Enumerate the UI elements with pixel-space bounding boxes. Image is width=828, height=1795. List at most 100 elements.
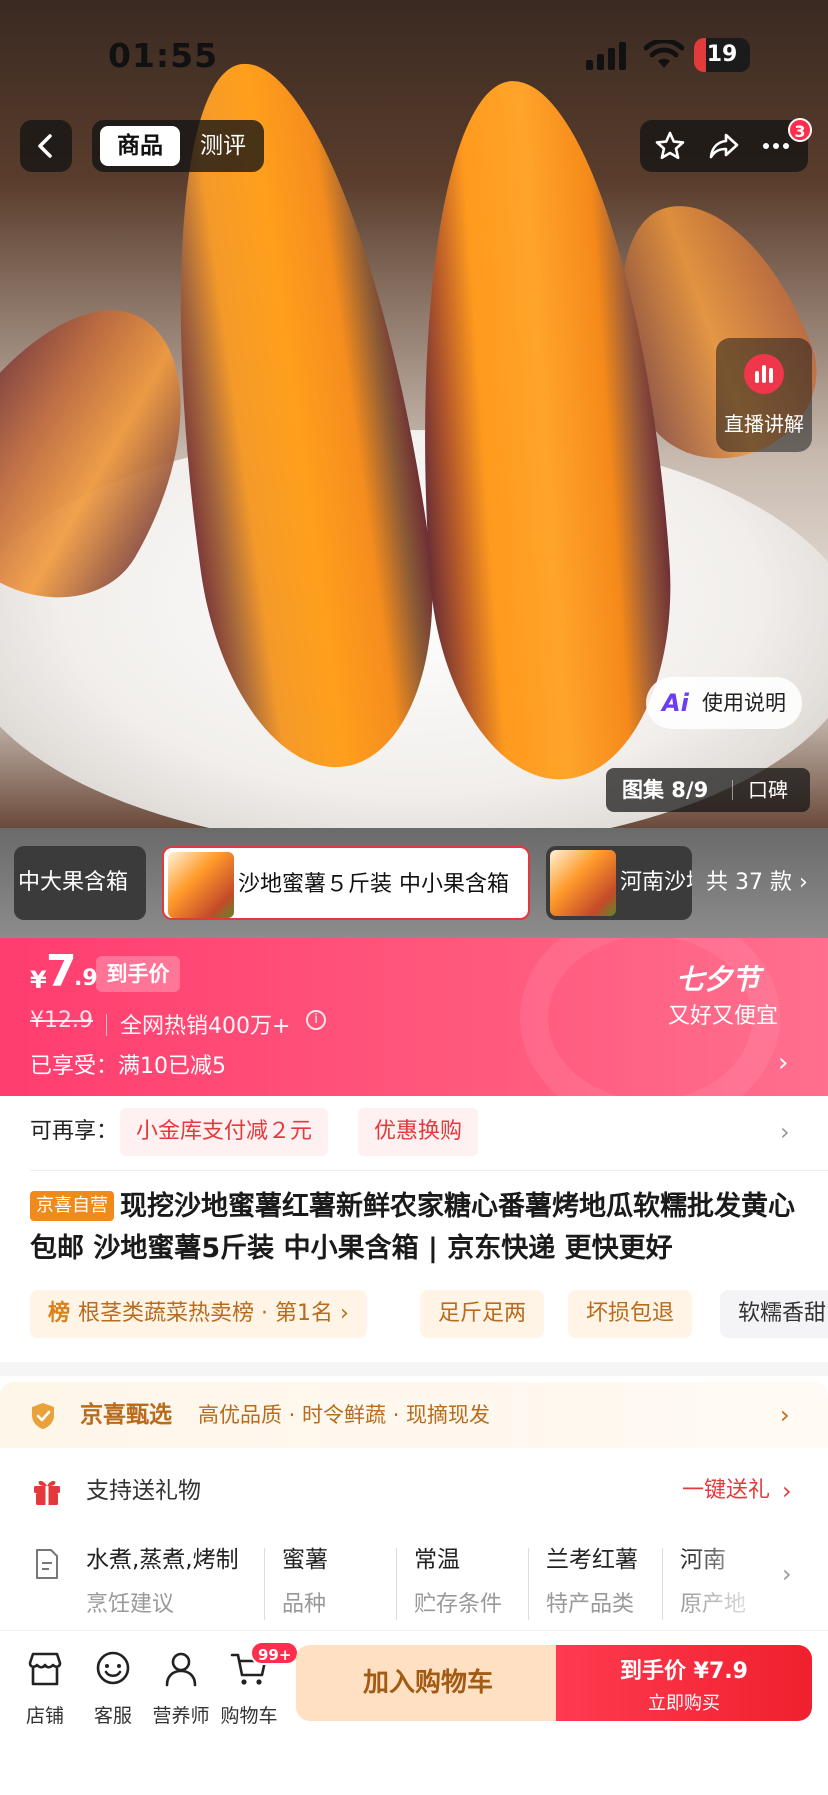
gift-row[interactable]: 支持送礼物 一键送礼 ›: [0, 1456, 828, 1526]
gift-icon: [34, 1480, 60, 1505]
divider: [106, 1014, 107, 1036]
buy-price-label: 到手价 ¥7.9: [620, 1659, 748, 1684]
battery-percent: 19: [706, 42, 738, 67]
back-button[interactable]: [20, 120, 72, 172]
nutritionist-button[interactable]: 营养师: [148, 1649, 214, 1739]
chevron-right-icon[interactable]: ›: [780, 1096, 790, 1168]
coupon-chip[interactable]: 优惠换购: [358, 1108, 479, 1156]
coupon-label: 可再享：: [30, 1119, 119, 1144]
gallery-count: 图集 8/9: [622, 778, 709, 802]
usage-guide-button[interactable]: Ai 使用说明: [646, 677, 802, 729]
sku-thumbnail: [550, 850, 616, 916]
status-bar: 01:55 19: [0, 0, 828, 100]
tag-row: 榜根茎类蔬菜热卖榜 · 第1名 › 足斤足两 坏损包退 软糯香甜: [30, 1290, 828, 1340]
buy-now-button[interactable]: 到手价 ¥7.9 立即购买: [556, 1645, 812, 1721]
cart-badge: 99+: [250, 1641, 300, 1665]
shield-check-icon: [32, 1403, 54, 1429]
chevron-right-icon[interactable]: ›: [778, 1048, 788, 1078]
sku-option-label: 中大果含箱: [18, 870, 129, 895]
price-tag: 到手价: [96, 956, 180, 992]
chevron-left-icon: [38, 134, 52, 158]
customer-service-button[interactable]: 客服: [80, 1649, 146, 1739]
wifi-icon: [644, 40, 684, 68]
live-explain-button[interactable]: 直播讲解: [716, 338, 812, 452]
sku-option-selected[interactable]: 沙地蜜薯５斤装 中小果含箱: [162, 846, 530, 920]
spec-key: 烹饪建议: [86, 1592, 175, 1617]
feature-tag[interactable]: 坏损包退: [568, 1290, 693, 1338]
sku-option-label: 沙地蜜薯５斤装 中小果含箱: [238, 872, 509, 897]
nav-actions: [640, 120, 808, 172]
page-tabs: 商品 测评: [92, 120, 264, 172]
sku-total-link[interactable]: 共 37 款 ›: [706, 846, 808, 920]
person-icon: [165, 1652, 197, 1687]
sku-selector: 中大果含箱 沙地蜜薯５斤装 中小果含箱 河南沙地 共 37 款 ›: [0, 828, 828, 938]
status-time: 01:55: [108, 36, 219, 75]
festival-title: 七夕节: [676, 963, 761, 996]
product-title: 现挖沙地蜜薯红薯新鲜农家糖心番薯烤地瓜软糯批发黄心包邮 沙地蜜薯5斤装 中小果含…: [30, 1191, 795, 1264]
chevron-right-icon[interactable]: ›: [782, 1456, 792, 1526]
spec-row[interactable]: 水煮,蒸煮,烤制 烹饪建议 蜜薯 品种 常温 贮存条件 兰考红薯 特产品类 河南…: [0, 1530, 828, 1640]
festival-subtitle: 又好又便宜: [668, 1004, 779, 1029]
spec-value: 水煮,蒸煮,烤制: [86, 1547, 239, 1573]
original-price: ¥12.9: [30, 1008, 93, 1033]
live-label: 直播讲解: [724, 412, 804, 436]
chat-smile-icon: [96, 1651, 130, 1685]
fade-overlay: [680, 1530, 780, 1640]
spec-key: 品种: [282, 1592, 327, 1617]
add-to-cart-button[interactable]: 加入购物车: [296, 1645, 560, 1721]
feature-tag[interactable]: 软糯香甜: [720, 1290, 828, 1338]
buy-now-label: 立即购买: [648, 1693, 720, 1714]
info-icon[interactable]: i: [306, 1010, 326, 1030]
sku-option[interactable]: 中大果含箱: [14, 846, 146, 920]
tab-review[interactable]: 测评: [188, 126, 258, 166]
jingxi-desc: 高优品质 · 时令鲜蔬 · 现摘现发: [198, 1403, 491, 1427]
share-icon[interactable]: [708, 130, 740, 162]
usage-guide-label: 使用说明: [702, 691, 786, 715]
gift-label: 支持送礼物: [86, 1478, 201, 1504]
store-button[interactable]: 店铺: [12, 1649, 78, 1739]
feature-tag[interactable]: 足斤足两: [420, 1290, 545, 1338]
tab-product[interactable]: 商品: [100, 126, 180, 166]
divider: [264, 1548, 265, 1620]
divider: [30, 1170, 828, 1171]
price-decimal: .9: [74, 966, 98, 991]
jingxi-selection-row[interactable]: 京喜甄选 高优品质 · 时令鲜蔬 · 现摘现发 ›: [0, 1382, 828, 1448]
battery-icon: 19: [694, 38, 750, 72]
chevron-right-icon[interactable]: ›: [782, 1560, 792, 1588]
gallery-reviews[interactable]: 口碑: [748, 768, 788, 812]
sku-option-label: 河南沙地: [620, 870, 692, 895]
spec-key: 贮存条件: [414, 1592, 503, 1617]
product-title-block: 京喜自营 现挖沙地蜜薯红薯新鲜农家糖心番薯烤地瓜软糯批发黄心包邮 沙地蜜薯5斤装 …: [30, 1186, 810, 1270]
chevron-right-icon[interactable]: ›: [780, 1382, 790, 1448]
self-operated-badge: 京喜自营: [30, 1191, 114, 1221]
sales-count: 全网热销400万+: [120, 1014, 291, 1039]
discount-enjoyed[interactable]: 已享受：满10已减5: [30, 1048, 226, 1080]
spec-value: 蜜薯: [282, 1547, 328, 1573]
section-gap: [0, 1362, 828, 1376]
jingxi-title: 京喜甄选: [80, 1402, 172, 1428]
spec-key: 特产品类: [546, 1592, 635, 1617]
rank-tag[interactable]: 榜根茎类蔬菜热卖榜 · 第1名 ›: [30, 1290, 367, 1338]
more-icon[interactable]: [760, 130, 792, 162]
price-integer: 7: [46, 946, 77, 997]
live-icon: [744, 354, 784, 394]
document-icon: [36, 1549, 58, 1579]
bottom-action-bar: 店铺 客服 营养师 购物车 99+ 加入购物车 到手价 ¥7.9 立即购买: [0, 1630, 828, 1795]
price-currency: ¥: [30, 966, 47, 994]
send-gift-link[interactable]: 一键送礼: [682, 1456, 770, 1526]
star-icon[interactable]: [654, 130, 686, 162]
divider: [528, 1548, 529, 1620]
sku-option[interactable]: 河南沙地: [546, 846, 692, 920]
rank-icon: 榜: [48, 1301, 71, 1326]
coupon-chip[interactable]: 小金库支付减２元: [120, 1108, 329, 1156]
divider: [396, 1548, 397, 1620]
divider: [732, 780, 733, 800]
signal-icon: [586, 42, 626, 70]
more-badge: 3: [788, 118, 812, 142]
gallery-indicator[interactable]: 图集 8/9 口碑: [606, 768, 810, 812]
divider: [662, 1548, 663, 1620]
sku-thumbnail: [168, 852, 234, 918]
price-banner: ¥ 7 .9 到手价 ¥12.9 全网热销400万+ i 已享受：满10已减5 …: [0, 938, 828, 1096]
rank-tag-label: 根茎类蔬菜热卖榜 · 第1名 ›: [78, 1301, 349, 1326]
coupon-row[interactable]: 可再享： 小金库支付减２元 优惠换购 ›: [0, 1096, 828, 1168]
